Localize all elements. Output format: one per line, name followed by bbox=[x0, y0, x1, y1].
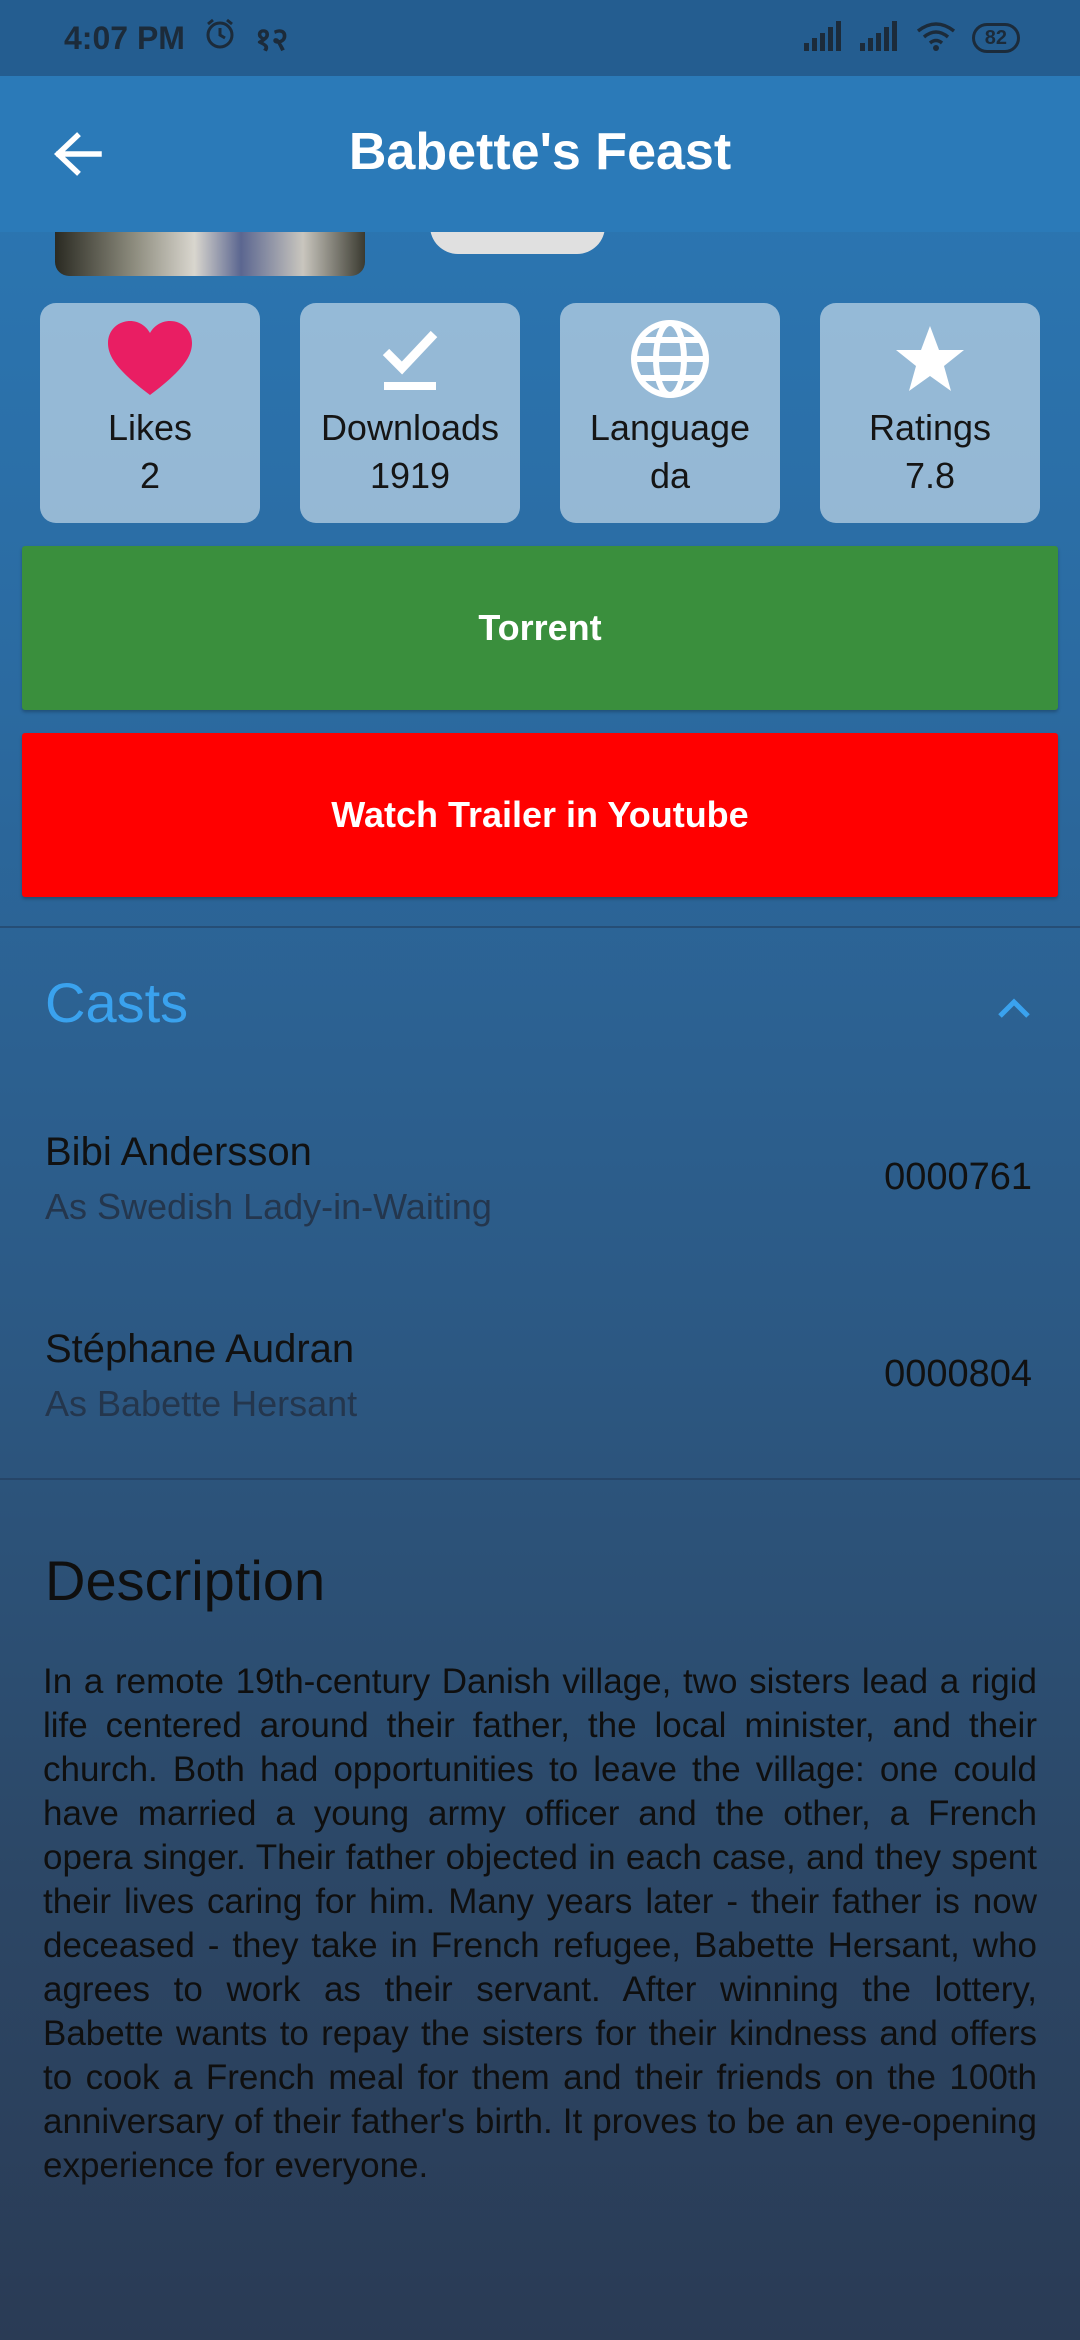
star-icon bbox=[885, 319, 975, 399]
cast-list-item[interactable]: Bibi Andersson As Swedish Lady-in-Waitin… bbox=[0, 1130, 1080, 1300]
page-title: Babette's Feast bbox=[348, 123, 732, 181]
divider bbox=[0, 1478, 1080, 1480]
status-extra-glyph: १२ bbox=[254, 20, 289, 57]
description-title: Description bbox=[45, 1549, 326, 1612]
cast-id: 0000761 bbox=[884, 1156, 1032, 1198]
globe-icon bbox=[625, 319, 715, 399]
stat-card-downloads: Downloads 1919 bbox=[300, 303, 520, 523]
stat-value: 2 bbox=[139, 455, 161, 496]
status-time: 4:07 PM bbox=[64, 19, 185, 56]
app-bar: Babette's Feast bbox=[0, 76, 1080, 232]
stat-label: Language bbox=[589, 407, 751, 448]
cast-name: Stéphane Audran bbox=[45, 1327, 355, 1371]
stat-label: Ratings bbox=[868, 407, 992, 448]
status-right: 82 bbox=[803, 20, 1020, 56]
torrent-button[interactable]: Torrent bbox=[22, 546, 1058, 710]
signal-icon-2 bbox=[859, 20, 900, 56]
cast-id: 0000804 bbox=[884, 1353, 1032, 1395]
stat-card-language: Language da bbox=[560, 303, 780, 523]
download-done-icon bbox=[365, 319, 455, 399]
battery-icon: 82 bbox=[971, 23, 1020, 53]
status-bar: 4:07 PM १२ 82 bbox=[0, 0, 1080, 76]
casts-title: Casts bbox=[45, 971, 189, 1034]
cast-list-item[interactable]: Stéphane Audran As Babette Hersant 00008… bbox=[0, 1327, 1080, 1497]
stat-label: Downloads bbox=[320, 407, 500, 448]
status-left: 4:07 PM १२ bbox=[64, 17, 288, 60]
stat-card-ratings: Ratings 7.8 bbox=[820, 303, 1040, 523]
stats-row: Likes 2 Downloads 1919 Language da Ratin… bbox=[40, 303, 1040, 523]
cast-role: As Swedish Lady-in-Waiting bbox=[45, 1186, 492, 1227]
signal-icon bbox=[803, 20, 844, 56]
cast-role: As Babette Hersant bbox=[45, 1383, 358, 1424]
stat-value: da bbox=[649, 455, 691, 496]
casts-expansion-header[interactable]: Casts bbox=[0, 926, 1080, 1076]
description-text: In a remote 19th-century Danish village,… bbox=[43, 1662, 1037, 2185]
stat-label: Likes bbox=[107, 407, 193, 448]
wifi-icon bbox=[916, 21, 956, 56]
stat-card-likes: Likes 2 bbox=[40, 303, 260, 523]
watch-trailer-button[interactable]: Watch Trailer in Youtube bbox=[22, 733, 1058, 897]
chevron-up-icon[interactable] bbox=[986, 986, 1042, 1026]
stat-value: 1919 bbox=[369, 455, 451, 496]
cast-name: Bibi Andersson bbox=[45, 1130, 312, 1174]
stat-value: 7.8 bbox=[904, 455, 956, 496]
movie-poster bbox=[55, 226, 365, 276]
alarm-icon bbox=[203, 17, 237, 59]
heart-icon bbox=[105, 319, 195, 399]
